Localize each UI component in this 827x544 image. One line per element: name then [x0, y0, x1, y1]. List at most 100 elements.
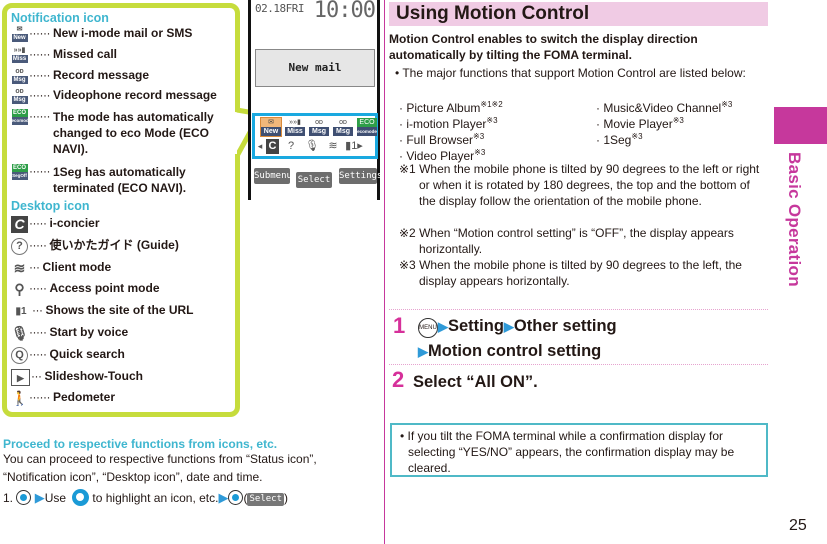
arrow-icon: ▶ — [218, 490, 229, 505]
softkey-select[interactable]: Select — [296, 172, 332, 188]
function-name: · 1Seg — [596, 133, 632, 147]
legend-text: New i-mode mail or SMS — [52, 26, 193, 40]
desktop-legend-item: C ····· i-concier — [11, 216, 100, 233]
notification-legend-item: »»▮ Miss ······ Missed call — [11, 47, 117, 65]
legend-text: Quick search — [49, 346, 125, 361]
dotted-divider — [389, 309, 768, 310]
footnote-mark: ※1※2 — [480, 100, 503, 109]
section-title: Using Motion Control — [396, 3, 590, 24]
missed-call-icon: »»▮ Miss — [11, 47, 28, 65]
i-concier-icon: C — [11, 216, 28, 233]
desktop-legend-item: ▮1 ··· Shows the site of the URL — [11, 303, 193, 320]
footnote-item: ※1 When the mobile phone is tilted by 90… — [399, 162, 760, 208]
leader-dots: ······ — [29, 88, 50, 102]
softkey-submenu[interactable]: Submenu — [254, 168, 292, 184]
icon-top-glyph: »»▮ — [13, 47, 26, 54]
notification-legend-item: ᴏᴅ Msg ······ Videophone record message — [11, 88, 217, 106]
phone-desktop-icon[interactable]: 🎙 — [303, 139, 321, 154]
functions-bullet: • The major functions that support Motio… — [395, 65, 770, 81]
phone-notification-icon[interactable]: ✉ New — [260, 117, 282, 137]
step-1-other-setting: Other setting — [513, 317, 617, 335]
navigation-key-icon — [72, 489, 90, 506]
step-2-number: 2 — [392, 367, 405, 392]
leader-dots: ······ — [29, 47, 50, 61]
chapter-label: Basic Operation — [785, 152, 804, 287]
phone-standby-screen: 02.18FRI 10:00 New mail ✉ New »»▮ Miss ᴏᴅ Msg… — [248, 0, 382, 200]
desktop-legend-item: Q ····· Quick search — [11, 346, 125, 364]
phone-date: 02.18FRI — [255, 2, 304, 15]
icon-glyph: »»▮ — [289, 119, 301, 126]
desktop-legend-item: ⚲ ····· Access point mode — [11, 281, 160, 298]
icon-bottom-label: SegOff — [11, 172, 28, 180]
icon-top-glyph: ᴏᴅ — [15, 68, 24, 75]
dotted-divider — [389, 364, 768, 365]
icon-label: ecomode — [357, 127, 377, 136]
phone-desktop-icon[interactable]: ? — [282, 139, 300, 154]
leader-dots: ······ — [29, 109, 50, 123]
legend-text: Videophone record message — [52, 88, 217, 102]
softkey-settings[interactable]: Settings — [339, 168, 382, 184]
proceed-body: You can proceed to respective functions … — [3, 450, 381, 508]
footnote-mark: ※3 — [474, 148, 486, 157]
icon-glyph: ECO — [357, 118, 377, 127]
phone-notification-icon[interactable]: ECO ecomode — [357, 118, 377, 136]
leader-dots: ······ — [29, 164, 50, 178]
phone-clock: 10:00 — [313, 0, 376, 23]
legend-text: 使いかたガイド (Guide) — [49, 237, 179, 252]
icon-top-glyph: ᴏᴅ — [15, 88, 24, 95]
phone-desktop-icon[interactable]: ◂ — [257, 139, 263, 154]
pedometer-icon: 🚶 — [11, 390, 29, 407]
slideshow-touch-icon: ▶ — [11, 368, 30, 386]
leader-dots: ····· — [29, 346, 47, 361]
center-key-icon — [228, 490, 244, 505]
quick-search-icon: Q — [11, 346, 28, 364]
section-title-bar: Using Motion Control — [389, 2, 768, 26]
legend-text: Slideshow-Touch — [44, 368, 143, 383]
icon-top-glyph: ✉ — [16, 26, 23, 33]
leader-dots: ··· — [31, 368, 42, 383]
new-mail-banner[interactable]: New mail — [255, 49, 375, 87]
info-note-text: • If you tilt the FOMA terminal while a … — [400, 429, 735, 475]
record-message-icon: ᴏᴅ Msg — [11, 68, 28, 86]
step-mid-text: to highlight an icon, etc. — [92, 491, 219, 505]
footnote-mark: ※3 — [672, 116, 684, 125]
leader-dots: ····· — [29, 325, 47, 339]
chapter-tab-marker — [774, 107, 827, 144]
phone-desktop-icon[interactable]: C — [266, 139, 279, 154]
notification-legend-item: ᴏᴅ Msg ······ Record message — [11, 68, 149, 86]
phone-notification-icon[interactable]: »»▮ Miss — [285, 118, 305, 136]
icon-label: New — [261, 127, 281, 136]
notification-legend-item: ✉ New ······ New i-mode mail or SMS — [11, 26, 192, 44]
phone-desktop-icon[interactable]: ▮1▸ — [345, 139, 363, 154]
icon-bottom-label: ecomode — [11, 117, 32, 125]
notification-icon-heading: Notification icon — [11, 11, 109, 25]
legend-text: i-concier — [49, 216, 100, 230]
column-divider — [384, 0, 385, 544]
proceed-step: 1. ▶Use to highlight an icon, etc.▶(Sele… — [3, 489, 288, 506]
icon-label: Msg — [333, 127, 353, 136]
arrow-icon: ▶ — [34, 490, 45, 505]
legend-text: Missed call — [52, 47, 118, 61]
phone-notification-icon[interactable]: ᴏᴅ Msg — [309, 118, 329, 136]
phone-notification-icon[interactable]: ᴏᴅ Msg — [333, 118, 353, 136]
functions-bullet-text: • The major functions that support Motio… — [395, 66, 746, 80]
guide-icon: ? — [11, 237, 28, 255]
step-use-text: Use — [44, 491, 67, 505]
step-1-motion-control-setting: Motion control setting — [428, 342, 602, 360]
page-number: 25 — [789, 517, 807, 534]
desktop-icon-heading: Desktop icon — [11, 199, 90, 213]
footnote-mark: ※3 — [721, 100, 733, 109]
start-by-voice-icon: 🎙 — [11, 325, 29, 341]
url-site-icon: ▮1 — [15, 306, 27, 318]
footnote-mark: ※3 — [473, 132, 485, 141]
legend-text: Start by voice — [49, 325, 129, 339]
phone-desktop-icon[interactable]: ≋ — [324, 139, 342, 154]
icon-glyph: ᴏᴅ — [339, 119, 347, 126]
leader-dots: ······ — [29, 26, 50, 40]
leader-dots: ··· — [29, 259, 40, 274]
leader-dots: ····· — [29, 237, 47, 252]
phone-icon-area: ✉ New »»▮ Miss ᴏᴅ Msg ᴏᴅ Msg ECO ecomode ◂ C? 🎙 ≋ ▮1▸ — [252, 113, 378, 159]
leader-dots: ······ — [29, 68, 50, 82]
desktop-legend-item: 🎙 ····· Start by voice — [11, 325, 128, 342]
legend-text: Access point mode — [49, 281, 160, 296]
